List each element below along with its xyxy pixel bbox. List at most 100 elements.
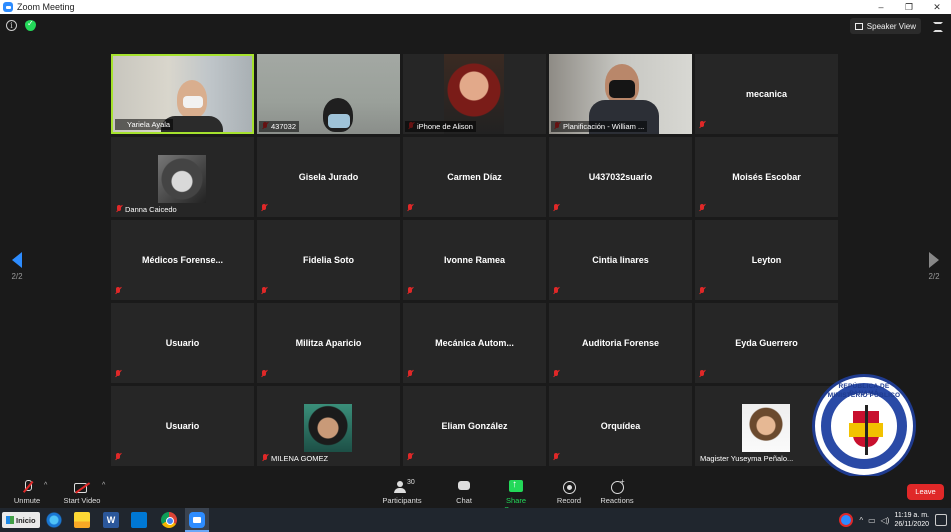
speaker-view-label: Speaker View [866, 21, 916, 31]
reactions-icon [610, 477, 625, 494]
participants-label: Participants [382, 496, 422, 505]
participants-count: 30 [407, 479, 415, 486]
participant-name: Militza Aparicio [295, 338, 362, 348]
start-video-label: Start Video [63, 496, 101, 505]
notifications-icon[interactable] [935, 514, 947, 526]
muted-mic-icon [553, 204, 559, 212]
ministerio-publico-seal: REPÚBLICA DE PANAMÁ MINISTERIO PÚBLICO [812, 374, 916, 478]
participant-name: Auditoria Forense [581, 338, 659, 348]
participant-tile[interactable]: Orquídea [549, 386, 692, 466]
participant-tile[interactable]: Gisela Jurado [257, 137, 400, 217]
participant-name: MILENA GOMEZ [271, 454, 329, 463]
participant-tile[interactable]: Planificación - William ... [549, 54, 692, 134]
participant-tile[interactable]: Danna Caicedo [111, 137, 254, 217]
internet-explorer-icon[interactable] [46, 512, 62, 528]
chrome-icon[interactable] [161, 512, 177, 528]
meeting-topbar: i Speaker View [0, 14, 951, 38]
muted-mic-icon [261, 370, 267, 378]
muted-mic-icon [553, 453, 559, 461]
network-icon[interactable]: ▭ [868, 516, 876, 525]
volume-icon[interactable]: ◁) [881, 516, 890, 525]
participants-icon: 30 [394, 479, 415, 494]
muted-mic-icon [407, 370, 413, 378]
video-options-caret-icon[interactable]: ^ [102, 482, 105, 489]
participant-tile[interactable]: 437032 [257, 54, 400, 134]
participant-name: Usuario [165, 421, 200, 431]
participant-name: Fidelia Soto [302, 255, 354, 265]
participant-tile[interactable]: Usuario [111, 386, 254, 466]
start-video-button[interactable]: Start Video [62, 480, 102, 505]
zoom-tray-icon[interactable] [839, 513, 854, 527]
window-titlebar: Zoom Meeting – ❐ ✕ [0, 0, 951, 14]
fullscreen-icon[interactable] [933, 22, 943, 32]
unmute-button[interactable]: Unmute [12, 480, 42, 505]
leave-button[interactable]: Leave [907, 484, 944, 500]
outlook-icon[interactable] [131, 512, 147, 528]
participant-tile[interactable]: Fidelia Soto [257, 220, 400, 300]
participant-name: Mecánica Autom... [435, 338, 514, 348]
seal-caduceus-icon [865, 405, 868, 455]
chat-button[interactable]: Chat [452, 480, 476, 505]
participant-photo [158, 155, 206, 203]
participant-tile[interactable]: Carmen Díaz [403, 137, 546, 217]
layout-grid-icon [854, 22, 863, 30]
participant-tile[interactable]: Cintia linares [549, 220, 692, 300]
speaker-view-button[interactable]: Speaker View [849, 18, 921, 34]
muted-mic-icon [407, 204, 413, 212]
participant-tile[interactable]: Militza Aparicio [257, 303, 400, 383]
participant-name: mecanica [745, 89, 788, 99]
meeting-toolbar: Unmute ^ Start Video ^ 30 Participants C… [0, 476, 951, 514]
participant-tile[interactable]: Eliam González [403, 386, 546, 466]
participant-name: Moisés Escobar [732, 172, 801, 182]
participant-tile[interactable]: MILENA GOMEZ [257, 386, 400, 466]
info-icon[interactable]: i [6, 20, 17, 31]
participant-tile[interactable]: U437032suario [549, 137, 692, 217]
participant-name: U437032suario [588, 172, 653, 182]
participant-name: Gisela Jurado [298, 172, 359, 182]
unmute-label: Unmute [13, 496, 41, 505]
next-page-button[interactable]: 2/2 [927, 252, 941, 281]
participant-tile[interactable]: Leyton [695, 220, 838, 300]
windows-logo-icon [6, 516, 14, 524]
participant-tile[interactable]: iPhone de Alison [403, 54, 546, 134]
seal-line-2: MINISTERIO PÚBLICO [827, 392, 901, 399]
close-button[interactable]: ✕ [923, 0, 951, 14]
minimize-button[interactable]: – [867, 0, 895, 14]
start-label: Inicio [16, 515, 36, 525]
participant-tile[interactable]: Moisés Escobar [695, 137, 838, 217]
audio-options-caret-icon[interactable]: ^ [44, 482, 47, 489]
clock-time: 11:19 a. m. [894, 512, 929, 519]
encryption-shield-icon[interactable] [25, 19, 36, 31]
participant-tile[interactable]: Eyda Guerrero [695, 303, 838, 383]
participant-tile[interactable]: Usuario [111, 303, 254, 383]
record-icon [563, 480, 576, 494]
record-label: Record [556, 496, 582, 505]
participant-tile[interactable]: Auditoria Forense [549, 303, 692, 383]
file-explorer-icon[interactable] [74, 512, 90, 528]
zoom-icon[interactable] [189, 512, 205, 528]
taskbar-clock[interactable]: 11:19 a. m. 26/11/2020 [894, 511, 929, 529]
participant-name: Leyton [751, 255, 782, 265]
participant-tile[interactable]: Yariela Ayala [111, 54, 254, 134]
record-button[interactable]: Record [556, 480, 582, 505]
participant-tile[interactable]: Médicos Forense... [111, 220, 254, 300]
participant-tile[interactable]: Mecánica Autom... [403, 303, 546, 383]
word-icon[interactable]: W [103, 512, 119, 528]
participants-button[interactable]: 30 Participants [380, 479, 424, 505]
restore-button[interactable]: ❐ [895, 0, 923, 14]
previous-page-button[interactable]: 2/2 [10, 252, 24, 281]
participant-tile[interactable]: Ivonne Ramea [403, 220, 546, 300]
participant-name: Danna Caicedo [125, 205, 177, 214]
participant-tile[interactable]: mecanica [695, 54, 838, 134]
participant-name: Planificación - William ... [551, 121, 648, 132]
muted-mic-icon [115, 287, 121, 295]
chat-icon [457, 480, 471, 494]
clock-date: 26/11/2020 [894, 521, 929, 528]
muted-mic-icon [115, 370, 121, 378]
tray-chevron-icon[interactable]: ^ [859, 516, 863, 525]
gallery-grid: Yariela Ayala 437032 iPhone de Alison Pl… [111, 54, 839, 466]
reactions-button[interactable]: Reactions [600, 477, 634, 505]
participant-name: Yariela Ayala [115, 119, 174, 130]
start-button[interactable]: Inicio [2, 512, 40, 528]
zoom-app-icon [3, 2, 13, 12]
